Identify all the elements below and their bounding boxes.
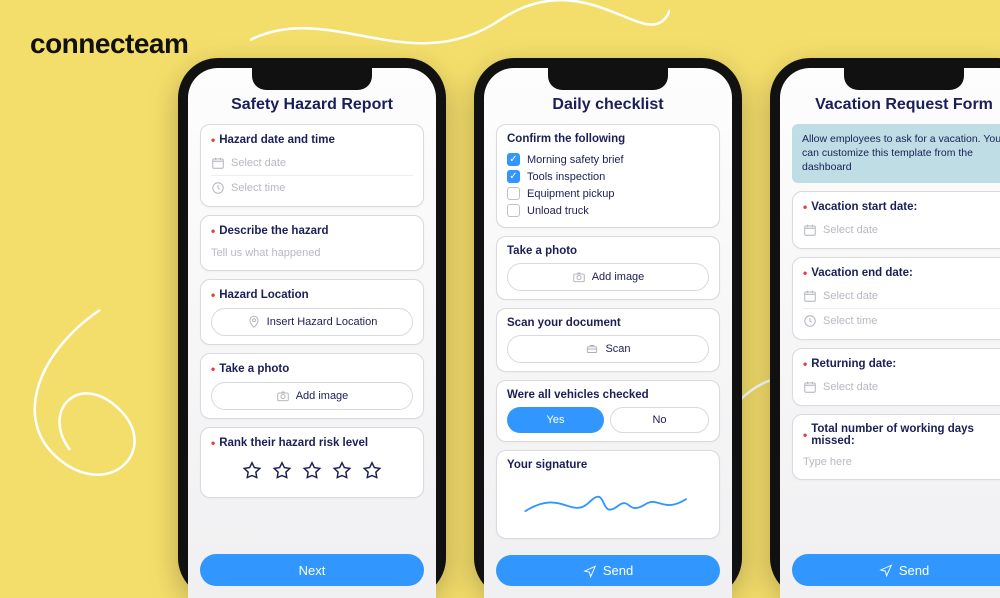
date-field[interactable]: Select date: [803, 377, 1000, 397]
form-title: Safety Hazard Report: [200, 96, 424, 114]
pin-icon: [247, 315, 261, 329]
section-scan: Scan your document Scan: [496, 308, 720, 372]
check-morning-brief[interactable]: Morning safety brief: [507, 151, 709, 168]
checkbox-icon: [507, 153, 520, 166]
section-photo: •Take a photo Add image: [200, 353, 424, 419]
send-icon: [583, 564, 597, 578]
section-end-date: •Vacation end date: Select date Select t…: [792, 257, 1000, 340]
date-field[interactable]: Select date: [211, 153, 413, 173]
phone-vacation-request: Vacation Request Form Allow employees to…: [770, 58, 1000, 598]
section-returning-date: •Returning date: Select date: [792, 348, 1000, 406]
section-photo: Take a photo Add image: [496, 236, 720, 300]
star-3[interactable]: [301, 460, 323, 487]
section-signature: Your signature: [496, 450, 720, 539]
location-input[interactable]: Insert Hazard Location: [211, 308, 413, 336]
signature-pad[interactable]: [507, 477, 709, 525]
camera-icon: [276, 389, 290, 403]
clock-icon: [803, 314, 817, 328]
no-button[interactable]: No: [610, 407, 709, 433]
calendar-icon: [803, 289, 817, 303]
star-4[interactable]: [331, 460, 353, 487]
star-2[interactable]: [271, 460, 293, 487]
date-field[interactable]: Select date: [803, 220, 1000, 240]
clock-icon: [211, 181, 225, 195]
star-1[interactable]: [241, 460, 263, 487]
scanner-icon: [585, 342, 599, 356]
section-location: •Hazard Location Insert Hazard Location: [200, 279, 424, 345]
checkbox-icon: [507, 187, 520, 200]
check-equipment-pickup[interactable]: Equipment pickup: [507, 185, 709, 202]
camera-icon: [572, 270, 586, 284]
section-describe: •Describe the hazard Tell us what happen…: [200, 215, 424, 271]
send-icon: [879, 563, 893, 577]
section-start-date: •Vacation start date: Select date: [792, 191, 1000, 249]
calendar-icon: [803, 223, 817, 237]
form-title: Vacation Request Form: [792, 96, 1000, 114]
calendar-icon: [211, 156, 225, 170]
calendar-icon: [803, 380, 817, 394]
describe-input[interactable]: Tell us what happened: [211, 244, 413, 262]
section-confirm: Confirm the following Morning safety bri…: [496, 124, 720, 228]
time-field[interactable]: Select time: [803, 308, 1000, 331]
date-field[interactable]: Select date: [803, 286, 1000, 306]
next-button[interactable]: Next: [200, 554, 424, 586]
section-vehicles-checked: Were all vehicles checked Yes No: [496, 380, 720, 442]
scan-button[interactable]: Scan: [507, 335, 709, 363]
add-image-button[interactable]: Add image: [507, 263, 709, 291]
checkbox-icon: [507, 204, 520, 217]
days-input[interactable]: Type here: [803, 453, 1000, 471]
check-tools-inspection[interactable]: Tools inspection: [507, 168, 709, 185]
phone-safety-hazard: Safety Hazard Report •Hazard date and ti…: [178, 58, 446, 598]
checkbox-icon: [507, 170, 520, 183]
time-field[interactable]: Select time: [211, 175, 413, 198]
send-button[interactable]: Send: [792, 554, 1000, 586]
phone-daily-checklist: Daily checklist Confirm the following Mo…: [474, 58, 742, 598]
section-risk: •Rank their hazard risk level: [200, 427, 424, 498]
yes-button[interactable]: Yes: [507, 407, 604, 433]
star-5[interactable]: [361, 460, 383, 487]
section-date-time: •Hazard date and time Select date Select…: [200, 124, 424, 207]
add-image-button[interactable]: Add image: [211, 382, 413, 410]
check-unload-truck[interactable]: Unload truck: [507, 202, 709, 219]
brand-logo: connecteam: [30, 28, 188, 60]
info-banner: Allow employees to ask for a vacation. Y…: [792, 124, 1000, 183]
form-title: Daily checklist: [496, 96, 720, 114]
section-days-missed: •Total number of working days missed: Ty…: [792, 414, 1000, 480]
